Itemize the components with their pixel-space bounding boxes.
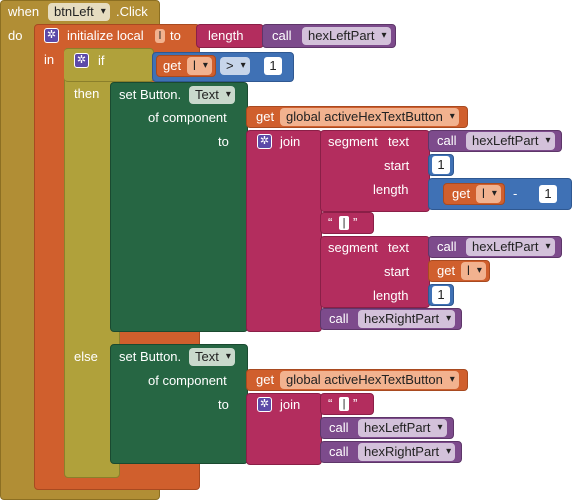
set-button-label: set Button. [119,87,182,102]
else-label: else [74,349,98,364]
call-label: call [272,28,292,43]
set-button-label: set Button. [119,349,182,364]
compare-number[interactable]: 1 [264,57,282,75]
get-label: get [163,58,182,73]
open-quote: “ [328,215,333,230]
call-label: call [329,420,349,435]
segment-label: segment [328,240,378,255]
join-label: join [280,397,301,412]
join-label: join [280,134,301,149]
init-to-label: to [170,28,181,43]
segment-text-label: text [388,134,409,149]
open-quote: “ [328,396,333,411]
close-quote: ” [353,396,358,411]
operator-dropdown[interactable]: > [220,57,250,75]
local-var-name[interactable]: l [155,29,165,43]
get-var-dropdown[interactable]: l [187,57,212,75]
if-label: if [98,53,105,68]
procedure-dropdown[interactable]: hexRightPart [358,443,456,461]
of-component-label: of component [148,110,227,125]
when-label: when [8,4,40,19]
of-component-label: of component [148,373,227,388]
get-global-label: get [256,372,275,387]
start-number[interactable]: 1 [432,156,450,174]
segment-start-label: start [384,158,410,173]
global-var-dropdown[interactable]: global activeHexTextButton [280,108,459,126]
get-var-dropdown[interactable]: l [461,262,486,280]
call-label: call [329,444,349,459]
initialize-local-label: initialize local [67,28,144,43]
minus-label: - [513,186,518,201]
procedure-dropdown[interactable]: hexLeftPart [358,419,447,437]
property-dropdown[interactable]: Text [189,86,235,104]
to-label: to [218,397,229,412]
text-string-value[interactable]: | [339,216,349,230]
join-block[interactable] [246,130,322,332]
call-label: call [329,311,349,326]
procedure-dropdown[interactable]: hexRightPart [358,310,456,328]
then-label: then [74,86,100,101]
text-string-value[interactable]: | [339,397,349,411]
length-label: length [208,28,244,43]
join-gear-icon[interactable]: ✲ [257,397,272,412]
property-dropdown[interactable]: Text [189,348,235,366]
call-label: call [437,133,457,148]
segment-text-label: text [388,240,409,255]
procedure-dropdown[interactable]: hexLeftPart [466,132,555,150]
get-label: get [452,186,471,201]
call-label: call [437,239,457,254]
length-number[interactable]: 1 [432,286,450,304]
get-label: get [437,263,456,278]
procedure-dropdown[interactable]: hexLeftPart [466,238,555,256]
get-global-label: get [256,109,275,124]
segment-length-label: length [373,182,409,197]
procedure-dropdown[interactable]: hexLeftPart [302,27,391,45]
close-quote: ” [353,215,358,230]
click-label: .Click [116,4,148,19]
component-dropdown[interactable]: btnLeft [48,3,110,21]
to-label: to [218,134,229,149]
get-var-dropdown[interactable]: l [476,185,501,203]
if-gear-icon[interactable]: ✲ [74,53,89,68]
subtract-number[interactable]: 1 [539,185,557,203]
in-label: in [44,52,55,67]
join-gear-icon[interactable]: ✲ [257,134,272,149]
do-label: do [8,28,23,43]
segment-length-label: length [373,288,409,303]
segment-label: segment [328,134,378,149]
segment-start-label: start [384,264,410,279]
global-var-dropdown[interactable]: global activeHexTextButton [280,371,459,389]
mutator-gear-icon[interactable]: ✲ [44,28,59,43]
